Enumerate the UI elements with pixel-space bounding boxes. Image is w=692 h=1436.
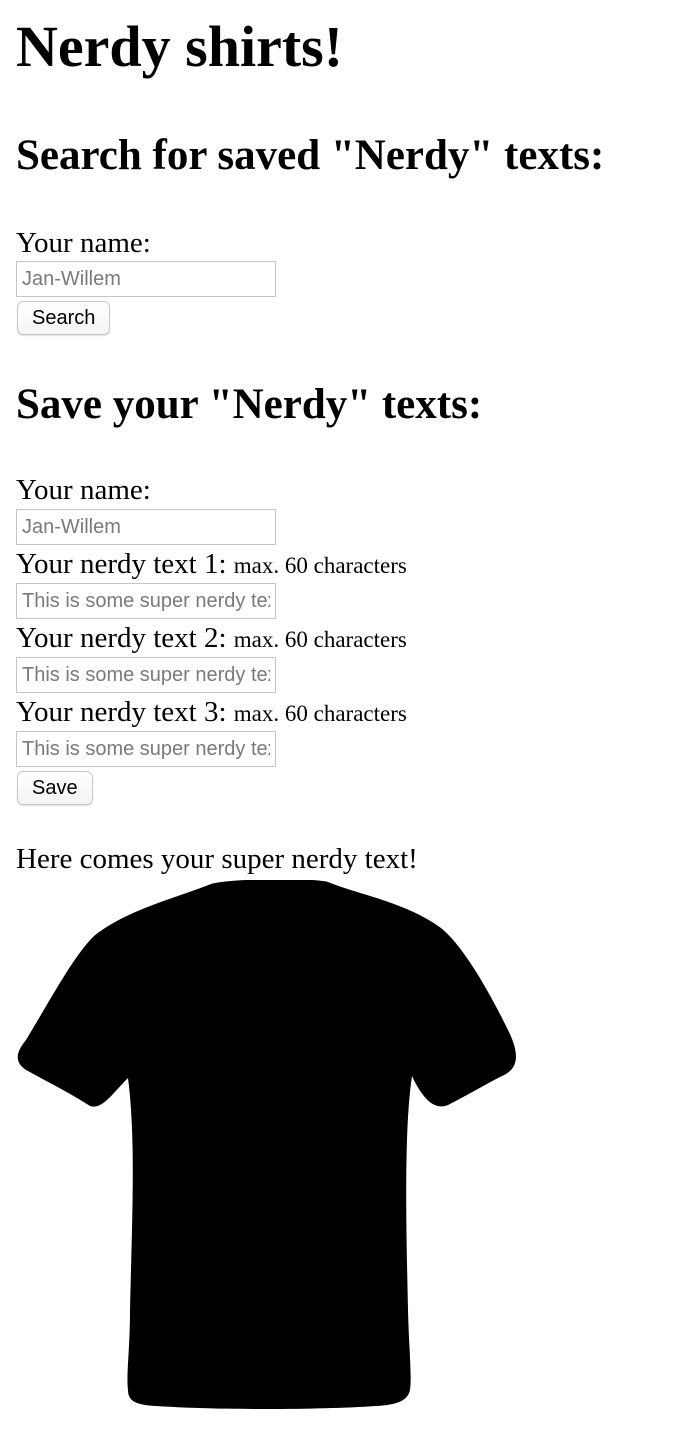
save-button[interactable]: Save (17, 771, 93, 805)
nerdy-text-2-hint: max. 60 characters (233, 627, 407, 652)
nerdy-text-3-input[interactable] (16, 731, 276, 767)
search-heading: Search for saved "Nerdy" texts: (16, 132, 605, 179)
nerdy-text-3-label-text: Your nerdy text 3: (16, 696, 227, 728)
nerdy-text-3-hint: max. 60 characters (233, 701, 407, 726)
search-button[interactable]: Search (17, 301, 111, 335)
nerdy-text-1-label: Your nerdy text 1: max. 60 characters (16, 547, 407, 583)
nerdy-text-1-hint: max. 60 characters (233, 553, 407, 578)
nerdy-text-2-input[interactable] (16, 657, 276, 693)
nerdy-text-1-label-text: Your nerdy text 1: (16, 548, 227, 580)
nerdy-text-2-label-text: Your nerdy text 2: (16, 622, 227, 654)
t-shirt-icon (17, 880, 516, 1409)
search-name-input[interactable] (16, 261, 276, 297)
shirt-text-preview: Here comes your super nerdy text! (16, 843, 418, 875)
nerdy-text-1-input[interactable] (16, 583, 276, 619)
nerdy-text-2-label: Your nerdy text 2: max. 60 characters (16, 621, 407, 657)
nerdy-text-3-label: Your nerdy text 3: max. 60 characters (16, 695, 407, 731)
save-name-input[interactable] (16, 509, 276, 545)
save-heading: Save your "Nerdy" texts: (16, 381, 483, 428)
save-name-label: Your name: (16, 474, 151, 506)
t-shirt-shape (17, 880, 516, 1409)
page-title: Nerdy shirts! (16, 14, 344, 79)
search-name-label: Your name: (16, 227, 151, 259)
